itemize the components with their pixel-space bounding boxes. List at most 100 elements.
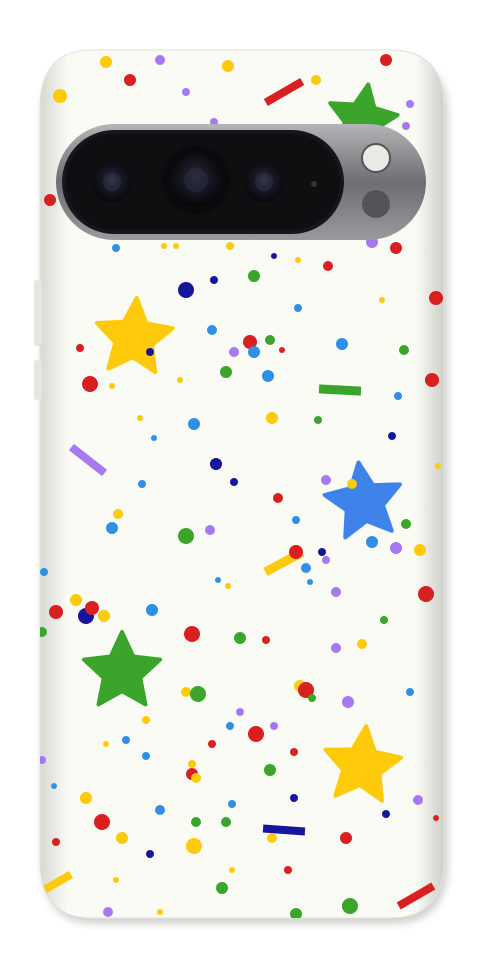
confetti-dot [228, 800, 236, 808]
confetti-dot [208, 740, 216, 748]
confetti-dot [435, 463, 441, 469]
confetti-dot [142, 716, 150, 724]
confetti-dot [124, 74, 136, 86]
confetti-dot [390, 542, 402, 554]
confetti-dot [429, 291, 443, 305]
confetti-dot [52, 838, 60, 846]
confetti-dot [122, 736, 130, 744]
confetti-dot [226, 722, 234, 730]
confetti-dot [98, 610, 110, 622]
confetti-dot [146, 850, 154, 858]
confetti-dot [113, 877, 119, 883]
confetti-dot [318, 548, 326, 556]
confetti-dot [221, 817, 231, 827]
confetti-dot [210, 276, 218, 284]
confetti-dot [215, 577, 221, 583]
confetti-dot [301, 563, 311, 573]
confetti-dot [425, 373, 439, 387]
confetti-dot [191, 773, 201, 783]
side-button [34, 280, 42, 346]
confetti-dot [418, 586, 434, 602]
phone-case-image [34, 49, 448, 924]
confetti-dot [216, 882, 228, 894]
confetti-dot [394, 392, 402, 400]
confetti-dot [103, 741, 109, 747]
confetti-dot [270, 722, 278, 730]
product-photo [0, 0, 484, 965]
confetti-dot [289, 545, 303, 559]
confetti-dot [220, 366, 232, 378]
confetti-dot [157, 909, 163, 915]
confetti-dot [161, 243, 167, 249]
confetti-dot [413, 795, 423, 805]
confetti-dot [340, 832, 352, 844]
confetti-dot [40, 627, 47, 637]
confetti-dot [366, 536, 378, 548]
confetti-dot [138, 480, 146, 488]
confetti-dot [222, 60, 234, 72]
confetti-dot [191, 817, 201, 827]
confetti-dot [248, 270, 260, 282]
confetti-dot [399, 345, 409, 355]
confetti-dot [264, 764, 276, 776]
confetti-dot [323, 261, 333, 271]
confetti-dot [225, 583, 231, 589]
confetti-dot [207, 325, 217, 335]
confetti-dot [229, 347, 239, 357]
confetti-dot [155, 805, 165, 815]
confetti-dot [188, 760, 196, 768]
confetti-dot [188, 418, 200, 430]
confetti-dot [331, 643, 341, 653]
confetti-dot [292, 516, 300, 524]
confetti-dot [307, 579, 313, 585]
confetti-dot [342, 898, 358, 914]
confetti-dot [142, 752, 150, 760]
confetti-dot [178, 528, 194, 544]
confetti-dot [40, 756, 46, 764]
confetti-dot [390, 242, 402, 254]
confetti-dot [266, 412, 278, 424]
confetti-dot [155, 55, 165, 65]
confetti-dot [94, 814, 110, 830]
confetti-dot [53, 89, 67, 103]
confetti-dot [342, 696, 354, 708]
confetti-dot [113, 509, 123, 519]
confetti-dot [262, 636, 270, 644]
confetti-dot [234, 632, 246, 644]
confetti-dot [295, 257, 301, 263]
confetti-dot [311, 75, 321, 85]
confetti-dot [146, 348, 154, 356]
camera-icon [244, 162, 284, 202]
confetti-dot [76, 344, 84, 352]
confetti-dot [205, 525, 215, 535]
confetti-dot [379, 297, 385, 303]
confetti-dot [294, 304, 302, 312]
side-button [34, 360, 42, 400]
confetti-dot [70, 594, 82, 606]
confetti-dot [279, 347, 285, 353]
microphone-icon [362, 190, 390, 218]
confetti-dot [308, 694, 316, 702]
confetti-dot [182, 88, 190, 96]
confetti-dot [229, 867, 235, 873]
confetti-dot [230, 478, 238, 486]
confetti-dot [336, 338, 348, 350]
confetti-dot [271, 253, 277, 259]
confetti-dot [49, 605, 63, 619]
confetti-dot [284, 866, 292, 874]
confetti-dot [178, 282, 194, 298]
sensor-icon [311, 181, 317, 187]
confetti-dot [236, 708, 244, 716]
confetti-dot [116, 832, 128, 844]
confetti-dot [331, 587, 341, 597]
confetti-dot [414, 544, 426, 556]
confetti-dot [380, 616, 388, 624]
confetti-dot [322, 556, 330, 564]
confetti-dot [321, 475, 331, 485]
confetti-dot [290, 794, 298, 802]
camera-icon [162, 146, 230, 214]
confetti-dot [184, 626, 200, 642]
confetti-dot [406, 100, 414, 108]
confetti-dot [103, 907, 113, 917]
confetti-dot [210, 458, 222, 470]
